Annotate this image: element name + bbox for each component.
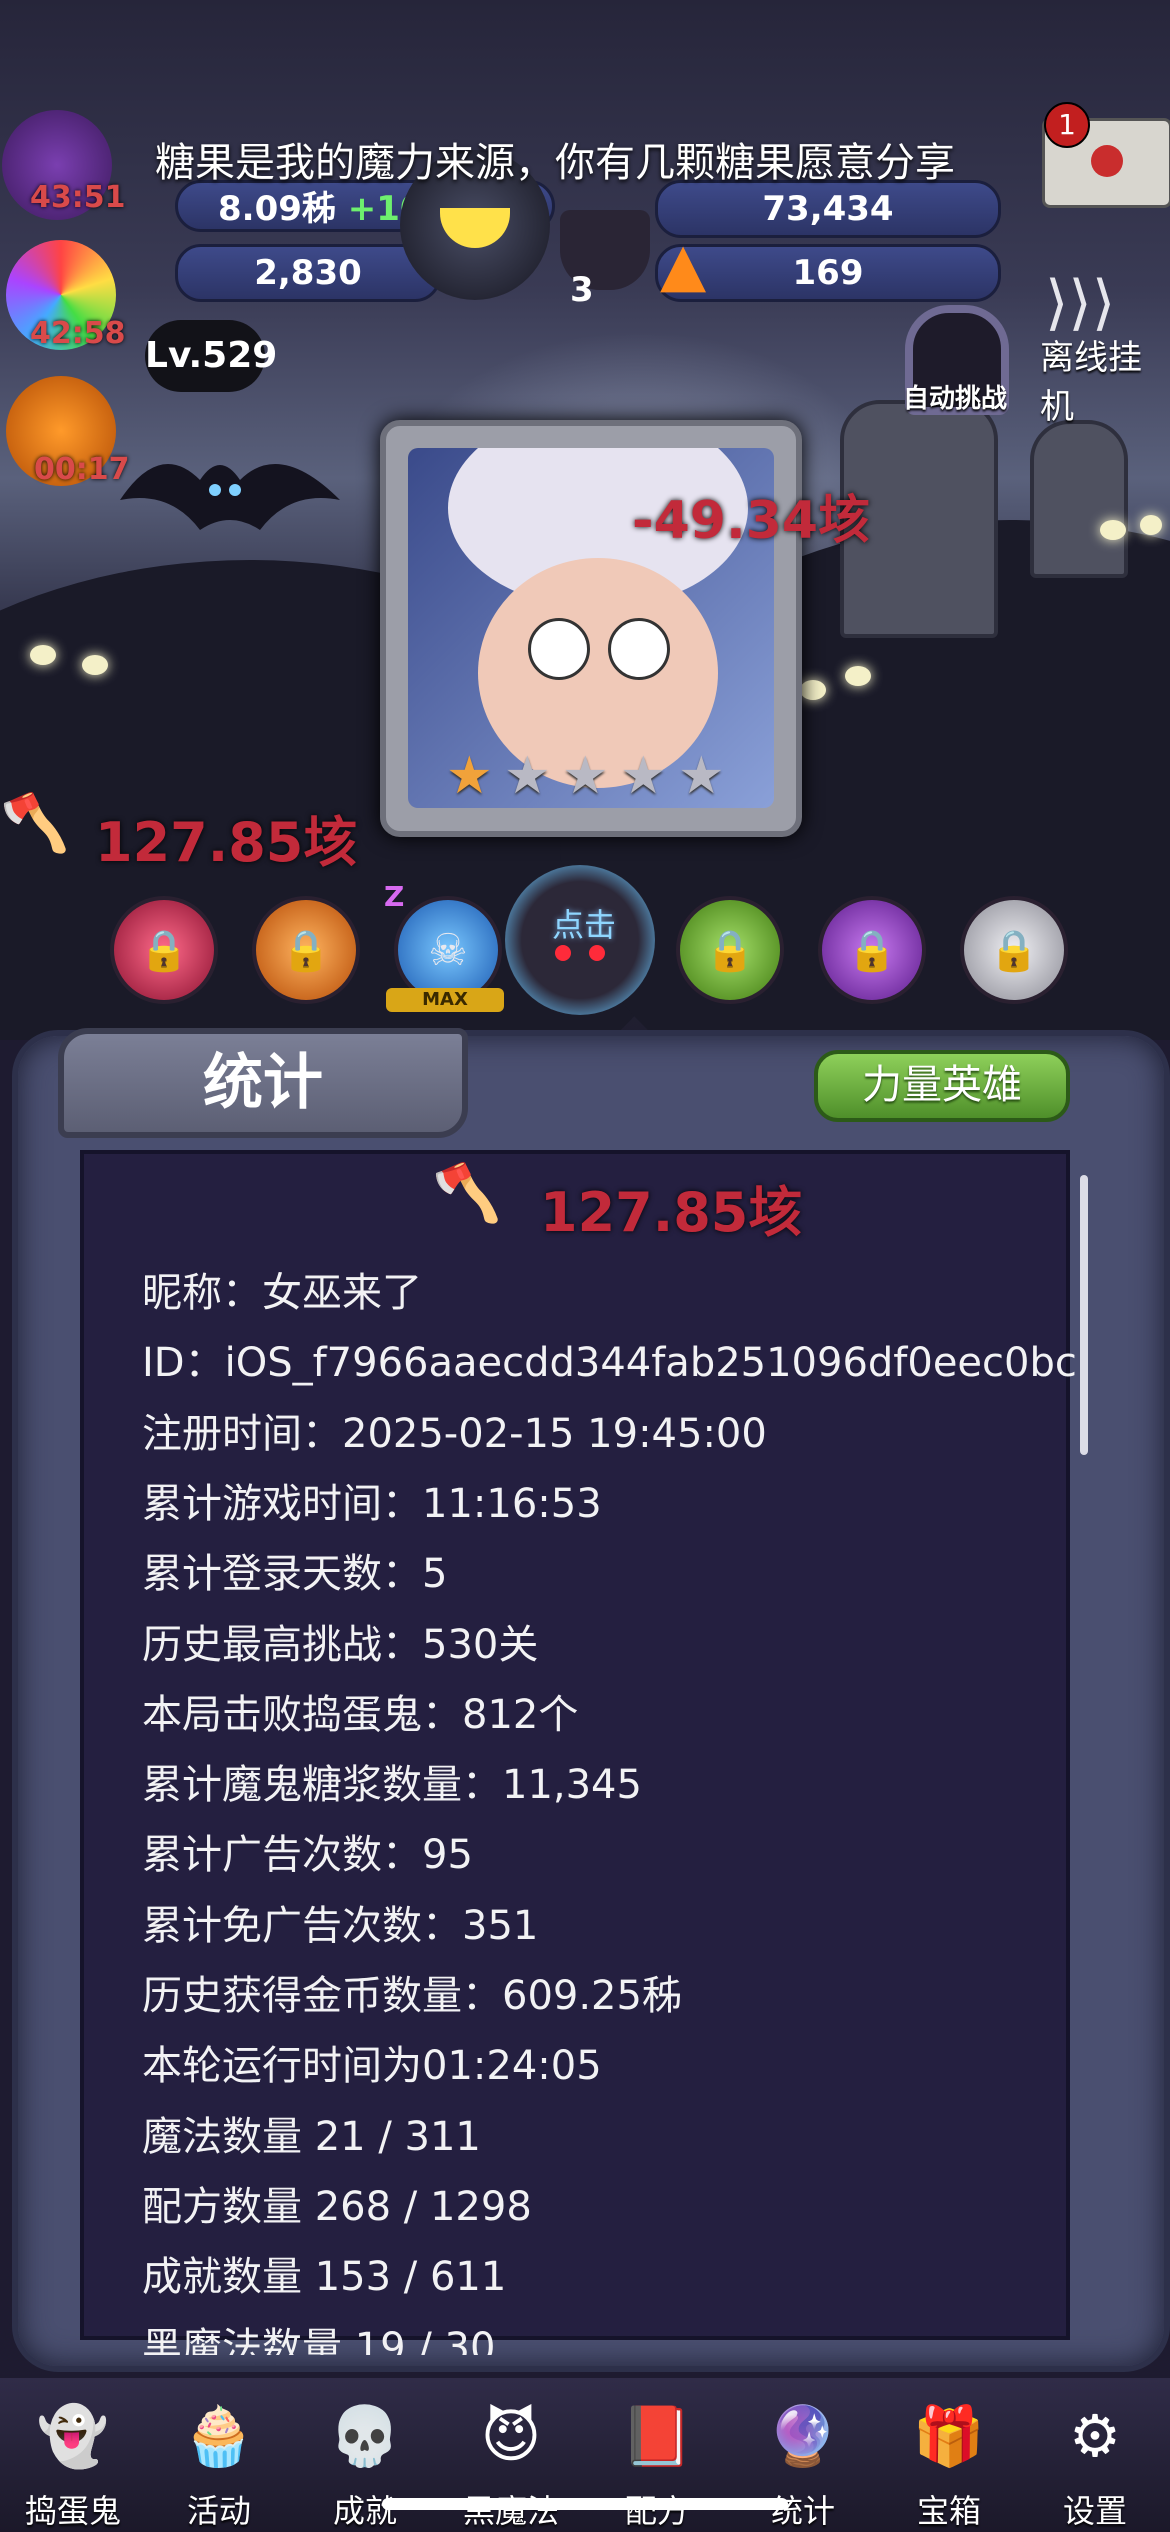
glowing-eyes	[800, 680, 826, 700]
crystal-ball-icon: 🔮	[766, 2401, 840, 2470]
stat-line: 注册时间：2025-02-15 19:45:00	[142, 1410, 767, 1457]
gear-icon: ⚙	[1069, 2402, 1121, 2470]
stat-line: ID：iOS_f7966aaecdd344fab251096df0eec0bc	[142, 1340, 1077, 1387]
trophy-skull-icon: 💀	[328, 2401, 402, 2470]
stat-line: 成就数量 153 / 611	[142, 2254, 507, 2301]
panel-title: 统计	[58, 1028, 468, 1138]
power-hero-button[interactable]: 力量英雄	[814, 1050, 1070, 1122]
glowing-eyes	[1140, 515, 1162, 535]
stat-line: 昵称：女巫来了	[142, 1270, 422, 1316]
star-empty-icon: ★	[678, 746, 725, 806]
offline-label[interactable]: 离线挂机	[1040, 330, 1170, 428]
stat-line: 本局击败捣蛋鬼：812个	[142, 1691, 579, 1738]
locked-hero-slot[interactable]: 🔒	[676, 896, 784, 1004]
witch-timer: 43:51	[30, 180, 126, 215]
glowing-eyes	[845, 666, 871, 686]
nav-label: 活动	[186, 2492, 251, 2530]
stat-line: 历史最高挑战：530关	[142, 1621, 539, 1668]
tombstone-small	[1030, 420, 1128, 578]
stat-line: 累计登录天数：5	[142, 1551, 448, 1598]
max-badge: MAX	[386, 988, 504, 1012]
lock-icon: 🔒	[281, 927, 331, 974]
skull-amount: 73,434	[762, 189, 894, 229]
candy-timer: 42:58	[30, 316, 126, 351]
candy-amount: 8.09秭	[218, 189, 336, 229]
speech-bubble-text: 糖果是我的魔力来源，你有几颗糖果愿意分享	[155, 140, 955, 186]
cupcake-icon: 🧁	[182, 2401, 256, 2470]
nav-item[interactable]: 🎁 宝箱	[884, 2388, 1014, 2531]
bat-icon	[120, 464, 340, 530]
coin-counter[interactable]: 2,830	[175, 244, 441, 302]
axe-icon: 🪓	[432, 1161, 502, 1226]
fish-bone-icon[interactable]: ⟩⟩⟩	[1045, 268, 1115, 338]
stat-line: 累计魔鬼糖浆数量：11,345	[142, 1762, 642, 1809]
ghost-icon: 👻	[36, 2401, 110, 2470]
lock-icon: 🔒	[139, 927, 189, 974]
damage-header: 127.85垓	[540, 1181, 803, 1244]
stat-line: 本轮运行时间为01:24:05	[142, 2043, 602, 2090]
tap-label: 点击	[552, 906, 617, 944]
star-empty-icon: ★	[504, 746, 551, 806]
star-empty-icon: ★	[562, 746, 609, 806]
gift-box-icon: 🎁	[912, 2401, 986, 2470]
enemy-damage-text: -49.34垓	[632, 491, 871, 551]
axe-icon: 🪓	[0, 791, 70, 856]
nav-item[interactable]: 👻 捣蛋鬼	[8, 2388, 138, 2531]
mail-badge: 1	[1044, 102, 1090, 148]
stat-line: 累计游戏时间：11:16:53	[142, 1480, 602, 1527]
locked-hero-slot[interactable]: 🔒	[252, 896, 360, 1004]
home-indicator	[382, 2498, 788, 2510]
lock-icon: 🔒	[989, 927, 1039, 974]
glowing-eyes	[1100, 520, 1126, 540]
nav-label: 设置	[1062, 2492, 1127, 2530]
candy-corn-amount: 169	[792, 253, 864, 293]
cauldron-count: 3	[570, 270, 594, 310]
lock-icon: 🔒	[847, 927, 897, 974]
locked-hero-slot[interactable]: 🔒	[960, 896, 1068, 1004]
stat-line: 累计广告次数：95	[142, 1832, 473, 1879]
stat-line: 配方数量 268 / 1298	[142, 2183, 532, 2230]
sleep-indicator: Z	[384, 880, 405, 913]
nav-label: 捣蛋鬼	[24, 2492, 121, 2530]
pumpkin-timer: 00:17	[34, 452, 130, 487]
glowing-eyes	[82, 655, 108, 675]
star-empty-icon: ★	[620, 746, 667, 806]
nav-label: 宝箱	[916, 2492, 981, 2530]
stat-line: 魔法数量 21 / 311	[142, 2113, 481, 2160]
glowing-eyes	[30, 645, 56, 665]
coin-amount: 2,830	[254, 253, 362, 293]
lock-icon: 🔒	[705, 927, 755, 974]
book-icon: 📕	[620, 2401, 694, 2470]
auto-challenge-label[interactable]: 自动挑战	[903, 378, 1007, 415]
stat-line: 历史获得金币数量：609.25秭	[142, 1973, 682, 2019]
stat-line: 累计免广告次数：351	[142, 1902, 539, 1949]
candy-corn-counter[interactable]: 169	[655, 244, 1001, 302]
stat-line: 黑魔法数量 19 / 30	[142, 2324, 496, 2355]
nav-item[interactable]: 🧁 活动	[154, 2388, 284, 2531]
devil-icon: 😈	[480, 2402, 542, 2470]
level-badge: Lv.529	[145, 320, 277, 392]
nav-item[interactable]: ⚙ 设置	[1030, 2388, 1160, 2530]
star-filled-icon: ★	[446, 746, 493, 806]
candy-corn-icon: ▲	[660, 230, 707, 300]
locked-hero-slot[interactable]: 🔒	[110, 896, 218, 1004]
scrollbar[interactable]	[1080, 1175, 1088, 1455]
skull-counter[interactable]: 73,434	[655, 180, 1001, 238]
player-damage-text: 127.85垓	[95, 811, 358, 874]
locked-hero-slot[interactable]: 🔒	[818, 896, 926, 1004]
